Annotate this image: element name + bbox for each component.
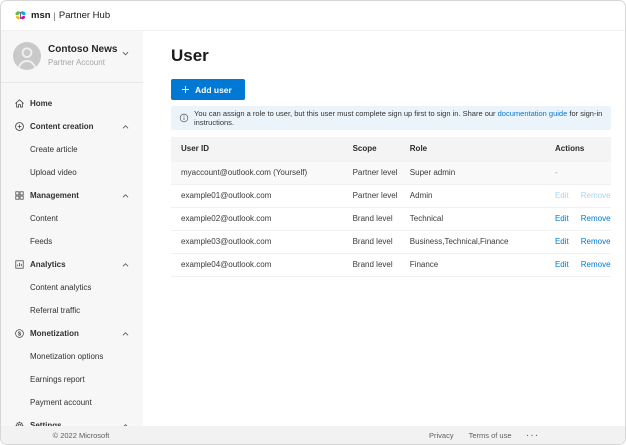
table-row: example02@outlook.com Brand level Techni…	[171, 207, 611, 230]
sidebar-item-label: Home	[30, 99, 52, 108]
account-type: Partner Account	[48, 58, 117, 68]
sidebar-item-management[interactable]: Management	[1, 184, 143, 207]
actions-cell: Edit Remove	[545, 207, 611, 230]
column-header-user-id: User ID	[171, 137, 343, 161]
add-user-label: Add user	[195, 85, 232, 95]
privacy-link[interactable]: Privacy	[429, 431, 454, 440]
analytics-icon	[13, 259, 25, 271]
sidebar: Contoso News Partner Account Home	[1, 31, 143, 426]
table-row: example01@outlook.com Partner level Admi…	[171, 184, 611, 207]
account-name: Contoso News	[48, 44, 117, 57]
page-title: User	[171, 46, 611, 66]
main-content: User Add user You can assign a role to u…	[143, 31, 625, 426]
account-switcher[interactable]: Contoso News Partner Account	[1, 31, 143, 83]
sidebar-item-referral-traffic[interactable]: Referral traffic	[1, 299, 143, 322]
avatar	[13, 42, 41, 70]
chevron-up-icon[interactable]	[121, 191, 130, 200]
grid-icon	[13, 190, 25, 202]
user-id-cell: example01@outlook.com	[171, 184, 343, 207]
sidebar-item-monetization[interactable]: $ Monetization	[1, 322, 143, 345]
table-row: example04@outlook.com Brand level Financ…	[171, 253, 611, 276]
sidebar-nav: Home Content creation Create article Upl…	[1, 83, 143, 445]
sidebar-item-content-analytics[interactable]: Content analytics	[1, 276, 143, 299]
sidebar-item-feeds[interactable]: Feeds	[1, 230, 143, 253]
sidebar-item-create-article[interactable]: Create article	[1, 138, 143, 161]
remove-link[interactable]: Remove	[581, 260, 611, 269]
actions-cell: Edit Remove	[545, 253, 611, 276]
scope-cell: Brand level	[343, 207, 400, 230]
role-cell: Finance	[400, 253, 545, 276]
info-icon	[179, 113, 189, 123]
role-cell: Admin	[400, 184, 545, 207]
sidebar-item-analytics[interactable]: Analytics	[1, 253, 143, 276]
product-name: Partner Hub	[59, 10, 110, 21]
brand-name: msn	[31, 10, 51, 21]
user-id-cell: example04@outlook.com	[171, 253, 343, 276]
table-row: example03@outlook.com Brand level Busine…	[171, 230, 611, 253]
table-row: myaccount@outlook.com (Yourself) Partner…	[171, 161, 611, 184]
user-id-cell: example03@outlook.com	[171, 230, 343, 253]
edit-link: Edit	[555, 191, 569, 200]
home-icon	[13, 98, 25, 110]
scope-cell: Brand level	[343, 253, 400, 276]
sidebar-item-home[interactable]: Home	[1, 92, 143, 115]
scope-cell: Partner level	[343, 184, 400, 207]
sidebar-item-label: Monetization	[30, 329, 79, 338]
sidebar-item-label: Content creation	[30, 122, 94, 131]
role-cell: Super admin	[400, 161, 545, 184]
remove-link[interactable]: Remove	[581, 237, 611, 246]
table-header-row: User ID Scope Role Actions	[171, 137, 611, 161]
role-cell: Business,Technical,Finance	[400, 230, 545, 253]
chevron-up-icon[interactable]	[121, 260, 130, 269]
no-actions-placeholder: -	[555, 168, 558, 177]
money-icon: $	[13, 328, 25, 340]
top-bar: msn | Partner Hub	[1, 1, 625, 31]
chevron-up-icon[interactable]	[121, 329, 130, 338]
partner-hub-window: msn | Partner Hub Contoso News Partner A…	[0, 0, 626, 445]
plus-icon	[181, 85, 190, 94]
remove-link[interactable]: Remove	[581, 214, 611, 223]
sidebar-item-payment-account[interactable]: Payment account	[1, 391, 143, 414]
actions-cell: Edit Remove	[545, 184, 611, 207]
documentation-guide-link[interactable]: documentation guide	[498, 109, 568, 118]
user-id-cell: example02@outlook.com	[171, 207, 343, 230]
edit-link[interactable]: Edit	[555, 237, 569, 246]
terms-of-use-link[interactable]: Terms of use	[469, 431, 512, 440]
sidebar-item-content[interactable]: Content	[1, 207, 143, 230]
scope-cell: Partner level	[343, 161, 400, 184]
column-header-role: Role	[400, 137, 545, 161]
role-cell: Technical	[400, 207, 545, 230]
actions-cell: -	[545, 161, 611, 184]
scope-cell: Brand level	[343, 230, 400, 253]
sidebar-item-label: Management	[30, 191, 79, 200]
user-table: User ID Scope Role Actions myaccount@out…	[171, 137, 611, 277]
banner-text: You can assign a role to user, but this …	[194, 109, 603, 127]
edit-link[interactable]: Edit	[555, 260, 569, 269]
edit-link[interactable]: Edit	[555, 214, 569, 223]
column-header-actions: Actions	[545, 137, 611, 161]
copyright-text: © 2022 Microsoft	[1, 431, 161, 440]
column-header-scope: Scope	[343, 137, 400, 161]
remove-link: Remove	[581, 191, 611, 200]
add-circle-icon	[13, 121, 25, 133]
sidebar-item-content-creation[interactable]: Content creation	[1, 115, 143, 138]
sidebar-item-monetization-options[interactable]: Monetization options	[1, 345, 143, 368]
sidebar-item-label: Analytics	[30, 260, 66, 269]
chevron-up-icon[interactable]	[121, 122, 130, 131]
more-options-button[interactable]: ···	[527, 431, 541, 440]
footer-bar: © 2022 Microsoft Privacy Terms of use ··…	[1, 426, 625, 444]
msn-butterfly-logo	[14, 9, 27, 22]
info-banner: You can assign a role to user, but this …	[171, 106, 611, 130]
chevron-down-icon	[121, 49, 130, 58]
sidebar-item-earnings-report[interactable]: Earnings report	[1, 368, 143, 391]
sidebar-item-upload-video[interactable]: Upload video	[1, 161, 143, 184]
actions-cell: Edit Remove	[545, 230, 611, 253]
add-user-button[interactable]: Add user	[171, 79, 245, 100]
user-id-cell: myaccount@outlook.com (Yourself)	[171, 161, 343, 184]
brand-separator: |	[54, 11, 56, 21]
